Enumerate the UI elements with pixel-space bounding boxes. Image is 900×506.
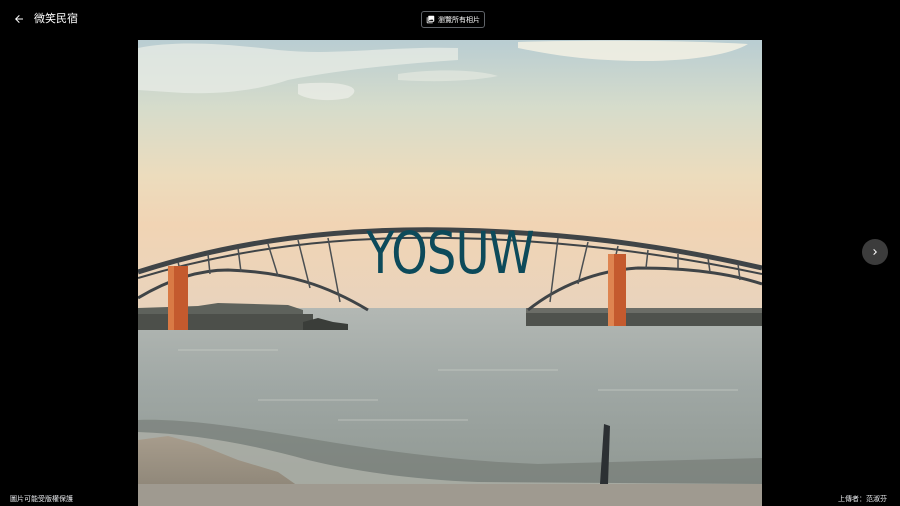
next-photo-button[interactable] xyxy=(862,239,888,265)
photo-library-icon xyxy=(426,15,435,24)
main-photo[interactable]: YOSUW xyxy=(138,40,762,506)
chevron-right-icon xyxy=(873,249,877,255)
photo-image xyxy=(138,40,762,506)
arrow-left-icon xyxy=(15,15,23,23)
place-title: 微笑民宿 xyxy=(34,12,78,25)
photo-viewer: 微笑民宿 瀏覽所有相片 YOSUW 圖片可能受版權保護 上傳者：范淑芬 xyxy=(0,0,900,506)
back-button[interactable] xyxy=(8,8,30,30)
view-all-photos-button[interactable]: 瀏覽所有相片 xyxy=(421,11,485,28)
view-all-photos-label: 瀏覽所有相片 xyxy=(438,15,480,24)
copyright-notice: 圖片可能受版權保護 xyxy=(10,495,73,503)
uploader-credit[interactable]: 上傳者：范淑芬 xyxy=(838,494,887,504)
